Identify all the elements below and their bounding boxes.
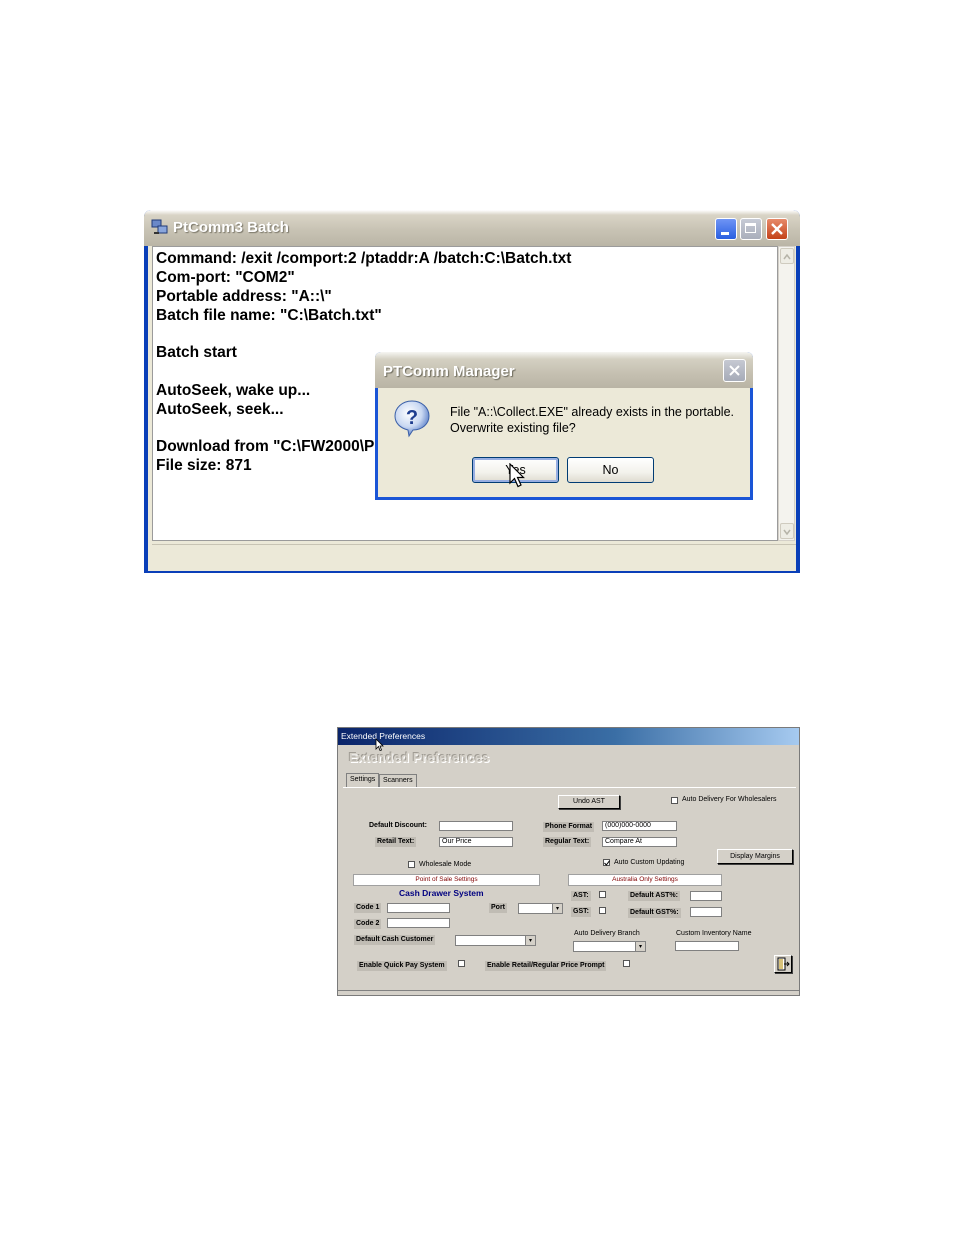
- network-computer-icon: [151, 219, 168, 234]
- custom-inventory-name-input[interactable]: [675, 941, 739, 951]
- default-discount-label: Default Discount:: [369, 822, 427, 829]
- tab-divider: [343, 787, 796, 788]
- default-cash-customer-label: Default Cash Customer: [354, 935, 436, 945]
- exit-door-icon: [777, 957, 790, 971]
- pos-settings-header: Point of Sale Settings: [353, 874, 540, 886]
- close-button[interactable]: [766, 218, 788, 240]
- console-line: File size: 871: [156, 457, 252, 474]
- dropdown-arrow-icon: ▾: [635, 942, 645, 951]
- dropdown-arrow-icon: ▾: [552, 904, 562, 913]
- auto-delivery-wholesalers-label: Auto Delivery For Wholesalers: [682, 796, 777, 803]
- enable-quick-pay-checkbox[interactable]: [458, 960, 465, 967]
- retail-text-input[interactable]: Our Price: [439, 837, 513, 847]
- auto-custom-updating-checkbox[interactable]: [603, 859, 610, 866]
- close-icon: [771, 223, 783, 235]
- no-button[interactable]: No: [567, 457, 654, 483]
- code1-label: Code 1: [354, 903, 382, 913]
- dialog-message: Overwrite existing file?: [450, 421, 576, 435]
- scroll-up-button[interactable]: [780, 248, 794, 264]
- batch-window-titlebar[interactable]: PtComm3 Batch: [144, 210, 800, 246]
- default-gst-input[interactable]: [690, 907, 722, 917]
- console-line: Download from "C:\FW2000\P: [156, 438, 375, 455]
- gst-checkbox[interactable]: [599, 907, 606, 914]
- bottom-divider: [338, 990, 799, 991]
- close-icon: [729, 365, 740, 376]
- status-bar: [152, 544, 796, 567]
- dialog-title: PTComm Manager: [383, 363, 515, 380]
- prefs-heading: Extended Preferences: [349, 750, 490, 765]
- console-line: Batch start: [156, 344, 237, 361]
- phone-format-input[interactable]: (000)000-0000: [602, 821, 677, 831]
- retail-text-label: Retail Text:: [375, 837, 417, 847]
- auto-custom-updating-label: Auto Custom Updating: [614, 859, 685, 866]
- dialog-titlebar[interactable]: PTComm Manager: [375, 352, 753, 388]
- wholesale-mode-label: Wholesale Mode: [419, 861, 472, 868]
- enable-retail-regular-label: Enable Retail/Regular Price Prompt: [485, 961, 607, 971]
- console-line: Portable address: "A::\": [156, 288, 332, 305]
- console-line: Command: /exit /comport:2 /ptaddr:A /bat…: [156, 250, 572, 267]
- cash-drawer-heading: Cash Drawer System: [399, 888, 484, 898]
- prefs-titlebar[interactable]: Extended Preferences: [338, 728, 799, 745]
- console-line: AutoSeek, wake up...: [156, 382, 311, 399]
- console-line: Com-port: "COM2": [156, 269, 295, 286]
- code2-label: Code 2: [354, 919, 382, 929]
- dialog-close-button[interactable]: [723, 359, 746, 382]
- scroll-down-button[interactable]: [780, 523, 794, 539]
- auto-delivery-branch-dropdown[interactable]: ▾: [573, 941, 646, 952]
- code1-input[interactable]: [387, 903, 450, 913]
- australia-settings-header: Australia Only Settings: [568, 874, 722, 886]
- dropdown-arrow-icon: ▾: [525, 936, 535, 945]
- phone-format-label: Phone Format: [543, 822, 595, 832]
- default-ast-label: Default AST%:: [628, 891, 680, 901]
- console-line: Batch file name: "C:\Batch.txt": [156, 307, 382, 324]
- port-label: Port: [489, 903, 507, 913]
- maximize-button[interactable]: [740, 218, 762, 240]
- auto-delivery-wholesalers-checkbox[interactable]: [671, 797, 678, 804]
- gst-label: GST:: [571, 907, 591, 917]
- ptcomm-manager-dialog: PTComm Manager ? File "A::\Collect.EXE" …: [375, 352, 753, 500]
- ast-checkbox[interactable]: [599, 891, 606, 898]
- exit-button[interactable]: [774, 955, 792, 973]
- dialog-body: ? File "A::\Collect.EXE" already exists …: [378, 388, 750, 497]
- port-dropdown[interactable]: ▾: [518, 903, 563, 914]
- undo-ast-button[interactable]: Undo AST: [558, 795, 620, 809]
- console-line: AutoSeek, seek...: [156, 401, 284, 418]
- tab-scanners[interactable]: Scanners: [379, 774, 417, 787]
- batch-window-title: PtComm3 Batch: [173, 219, 289, 236]
- minimize-button[interactable]: [715, 218, 737, 240]
- mouse-cursor-icon: [509, 463, 525, 488]
- vertical-scrollbar[interactable]: [778, 246, 795, 541]
- regular-text-input[interactable]: Compare At: [602, 837, 677, 847]
- regular-text-label: Regular Text:: [543, 837, 592, 847]
- dialog-message: File "A::\Collect.EXE" already exists in…: [450, 405, 735, 419]
- enable-quick-pay-label: Enable Quick Pay System: [357, 961, 447, 971]
- extended-preferences-window: Extended Preferences Extended Preference…: [337, 727, 800, 996]
- enable-retail-regular-checkbox[interactable]: [623, 960, 630, 967]
- default-ast-input[interactable]: [690, 891, 722, 901]
- tab-settings[interactable]: Settings: [346, 773, 380, 787]
- chevron-down-icon: [783, 529, 791, 536]
- wholesale-mode-checkbox[interactable]: [408, 861, 415, 868]
- code2-input[interactable]: [387, 918, 450, 928]
- question-icon: ?: [394, 400, 430, 438]
- custom-inventory-name-label: Custom Inventory Name: [676, 930, 752, 937]
- auto-delivery-branch-label: Auto Delivery Branch: [574, 930, 640, 937]
- default-gst-label: Default GST%:: [628, 908, 681, 918]
- default-discount-input[interactable]: [439, 821, 513, 831]
- chevron-up-icon: [783, 253, 791, 260]
- default-cash-customer-dropdown[interactable]: ▾: [455, 935, 536, 946]
- display-margins-button[interactable]: Display Margins: [717, 849, 793, 864]
- svg-text:?: ?: [406, 407, 418, 429]
- checkmark-icon: [604, 860, 610, 866]
- ast-label: AST:: [571, 891, 591, 901]
